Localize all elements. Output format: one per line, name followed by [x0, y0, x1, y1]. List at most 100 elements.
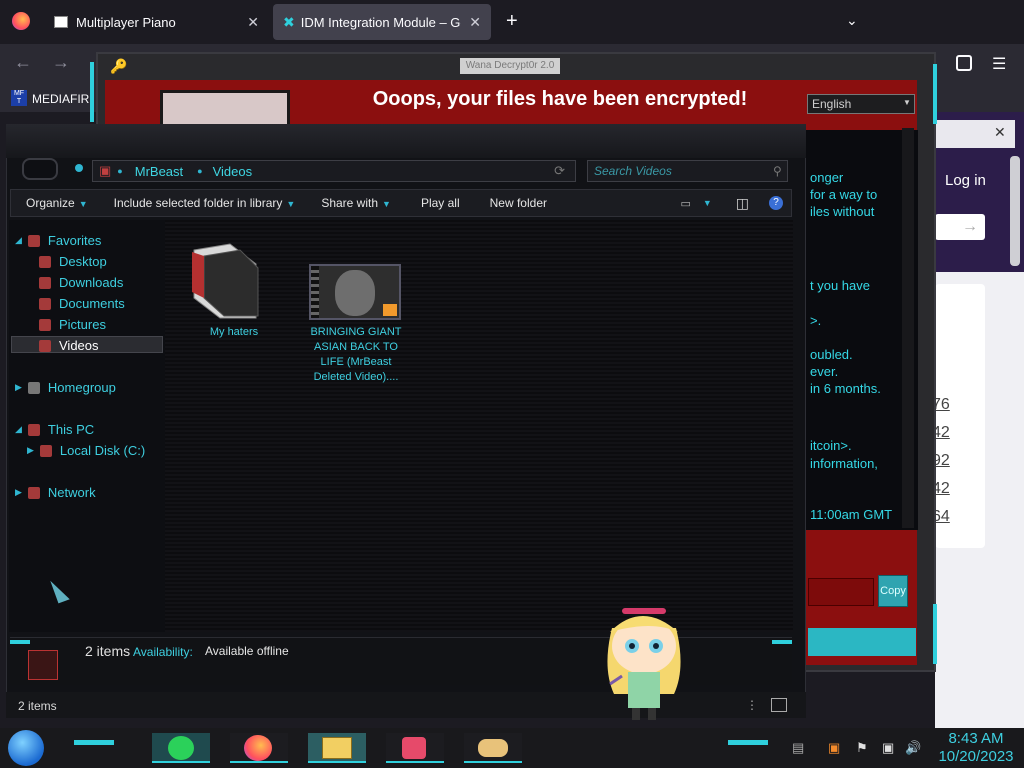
- login-link[interactable]: Log in: [945, 172, 986, 189]
- robot-icon: [402, 737, 426, 759]
- bitcoin-address-field[interactable]: [808, 578, 874, 606]
- breadcrumb-mrbeast[interactable]: MrBeast: [135, 164, 183, 179]
- taskbar-firefox[interactable]: [230, 733, 288, 763]
- back-forward-icon[interactable]: [22, 158, 58, 180]
- nav-videos[interactable]: Videos: [39, 338, 99, 353]
- firefox-icon[interactable]: [12, 12, 30, 30]
- nav-network[interactable]: ▶ Network: [15, 485, 96, 500]
- flag-icon[interactable]: ⚑: [856, 740, 868, 756]
- extensions-icon[interactable]: [956, 55, 972, 71]
- taskbar-notes-app[interactable]: [152, 733, 210, 763]
- organize-label: Organize: [26, 196, 75, 210]
- chevron-down-icon[interactable]: ⌄: [846, 12, 858, 29]
- desktop-icon[interactable]: ▤: [792, 740, 804, 756]
- nav-favorites[interactable]: ◢ Favorites: [15, 233, 101, 248]
- documents-icon: [39, 297, 51, 310]
- play-icon: [383, 304, 397, 316]
- decrypt-button[interactable]: [808, 628, 916, 656]
- taskbar-clock[interactable]: 8:43 AM 10/20/2023: [928, 730, 1024, 766]
- help-icon[interactable]: ?: [769, 196, 783, 210]
- chevron-down-icon[interactable]: ▼: [903, 98, 911, 107]
- language-select[interactable]: English: [807, 94, 915, 114]
- volume-icon[interactable]: 🔊: [905, 740, 921, 756]
- share-with-button[interactable]: Share with ▼: [295, 196, 391, 210]
- file-name-line: ASIAN BACK TO: [314, 341, 398, 353]
- expand-icon[interactable]: ▶: [15, 382, 22, 393]
- nav-label: Documents: [59, 296, 125, 311]
- nav-documents[interactable]: Documents: [39, 296, 125, 311]
- play-all-button[interactable]: Play all: [391, 196, 460, 210]
- close-icon[interactable]: ✕: [469, 14, 481, 31]
- message-scrollbar[interactable]: [902, 128, 914, 528]
- nav-label: Network: [47, 485, 96, 500]
- start-button[interactable]: [8, 730, 44, 766]
- copy-button[interactable]: Copy: [878, 575, 908, 607]
- new-folder-button[interactable]: New folder: [460, 196, 547, 210]
- favorites-icon: [27, 234, 40, 247]
- frame-light: [90, 62, 94, 122]
- expand-icon[interactable]: ▶: [27, 445, 34, 456]
- view-options-icon[interactable]: ▭: [680, 197, 690, 210]
- mediafire-icon: MF T: [11, 90, 27, 106]
- folder-icon[interactable]: [190, 242, 260, 320]
- message-line: 11:00am GMT: [810, 507, 893, 522]
- arrow-right-icon[interactable]: →: [962, 218, 978, 236]
- network-icon[interactable]: ▣: [882, 740, 894, 756]
- nav-label: Local Disk (C:): [59, 443, 146, 458]
- frame-light: [933, 604, 937, 664]
- nav-label: Desktop: [59, 254, 107, 269]
- nav-downloads[interactable]: Downloads: [39, 275, 123, 290]
- nav-dot-icon[interactable]: [75, 164, 83, 172]
- nav-homegroup[interactable]: ▶ Homegroup: [15, 380, 116, 395]
- expand-icon[interactable]: ◢: [15, 235, 22, 246]
- address-bar[interactable]: ▣ ● MrBeast ● Videos ⟳: [92, 160, 576, 182]
- file-name-my-haters[interactable]: My haters: [196, 325, 272, 340]
- back-icon[interactable]: ←: [14, 52, 32, 73]
- nav-pictures[interactable]: Pictures: [39, 317, 106, 332]
- folder-icon: ▣: [99, 163, 112, 178]
- menu-icon[interactable]: ☰: [992, 54, 1006, 74]
- app-tray-icon[interactable]: ▣: [828, 740, 840, 756]
- include-library-button[interactable]: Include selected folder in library ▼: [88, 196, 296, 210]
- nav-desktop[interactable]: Desktop: [39, 254, 107, 269]
- nav-label: Homegroup: [47, 380, 116, 395]
- file-name-video[interactable]: BRINGING GIANT ASIAN BACK TO LIFE (MrBea…: [303, 325, 409, 385]
- pictures-icon: [39, 318, 51, 331]
- refresh-icon[interactable]: ⟳: [554, 163, 565, 179]
- breadcrumb-videos[interactable]: Videos: [213, 164, 253, 179]
- frame-light: [933, 64, 937, 124]
- message-line: ever.: [810, 364, 839, 379]
- nav-local-disk[interactable]: ▶ Local Disk (C:): [27, 443, 145, 458]
- taskbar-file-explorer[interactable]: [308, 733, 366, 763]
- preview-pane-icon[interactable]: ◫: [736, 195, 749, 212]
- close-icon[interactable]: ✕: [247, 14, 259, 31]
- new-tab-button[interactable]: +: [506, 10, 518, 33]
- message-line: onger: [810, 170, 844, 185]
- clock-date: 10/20/2023: [938, 748, 1014, 765]
- taskbar-robot-app[interactable]: [386, 733, 444, 763]
- homegroup-icon: [27, 381, 40, 394]
- video-thumbnail[interactable]: [309, 264, 401, 320]
- taskbar-handshake-app[interactable]: [464, 733, 522, 763]
- site-scrollbar[interactable]: [1010, 156, 1020, 266]
- expand-icon[interactable]: ▶: [15, 487, 22, 498]
- caret-down-icon[interactable]: ▼: [703, 198, 712, 208]
- details-view-icon[interactable]: ⋮: [746, 698, 758, 712]
- tab-multiplayer-piano[interactable]: Multiplayer Piano ✕: [44, 4, 269, 40]
- organize-button[interactable]: Organize ▼: [11, 196, 88, 210]
- tab-idm-integration[interactable]: ✖ IDM Integration Module – Get t ✕: [273, 4, 491, 40]
- frame-light: [728, 740, 768, 745]
- availability-value: Available offline: [205, 644, 289, 658]
- nav-label: Pictures: [59, 317, 106, 332]
- bookmark-mediafire[interactable]: MEDIAFIR: [32, 92, 89, 106]
- explorer-titlebar: [6, 124, 806, 158]
- search-input[interactable]: Search Videos: [587, 160, 788, 182]
- nav-this-pc[interactable]: ◢ This PC: [15, 422, 94, 437]
- close-icon[interactable]: ✕: [994, 124, 1006, 141]
- expand-icon[interactable]: ◢: [15, 424, 22, 435]
- search-icon[interactable]: ⚲: [773, 164, 782, 178]
- idm-icon: ✖: [283, 13, 295, 30]
- nav-label: Favorites: [47, 233, 102, 248]
- large-icons-view-icon[interactable]: [771, 698, 787, 712]
- forward-icon[interactable]: →: [52, 52, 70, 73]
